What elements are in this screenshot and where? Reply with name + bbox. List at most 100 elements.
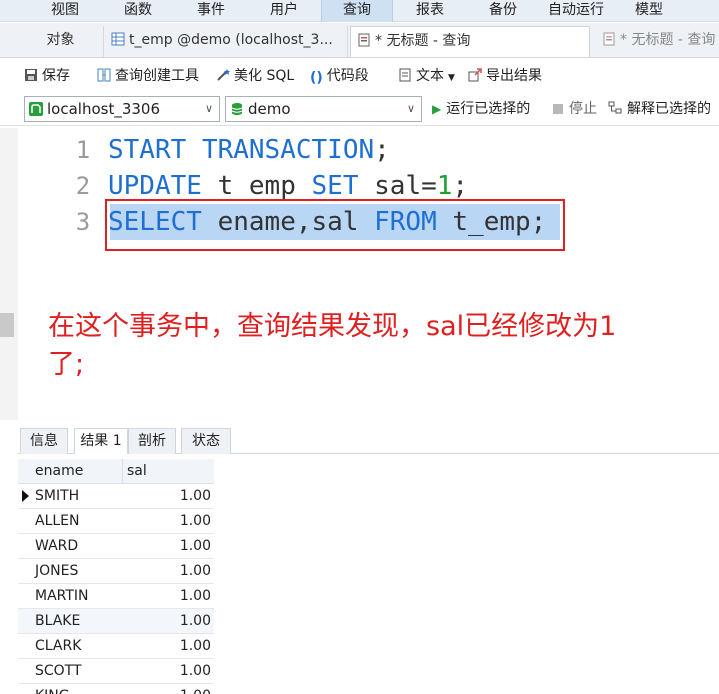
menu-item-backup[interactable]: 备份: [470, 0, 536, 22]
cell-sal[interactable]: 1.00: [123, 684, 211, 694]
connection-bar: localhost_3306 ∨ demo ∨ ▶ 运行已选择的 停止 解释已选择…: [0, 94, 719, 126]
menu-item-automation[interactable]: 自动运行: [540, 0, 612, 22]
export-result-label: 导出结果: [486, 68, 542, 84]
cell-ename[interactable]: ALLEN: [35, 509, 80, 534]
sql-editor[interactable]: 1 2 3 START TRANSACTION; UPDATE t_emp SE…: [18, 128, 719, 420]
line-number: 3: [75, 208, 91, 236]
beautify-sql-button[interactable]: 美化 SQL: [216, 67, 294, 87]
cell-ename[interactable]: MARTIN: [35, 584, 89, 609]
table-row[interactable]: ALLEN 1.00: [18, 509, 214, 534]
cell-ename[interactable]: JONES: [35, 559, 78, 584]
code-line-1: START TRANSACTION;: [108, 132, 390, 168]
table-row[interactable]: KING 1.00: [18, 684, 214, 694]
explain-selected-label: 解释已选择的: [627, 101, 711, 117]
beautify-sql-label: 美化 SQL: [234, 68, 295, 84]
export-result-button[interactable]: 导出结果: [468, 67, 542, 87]
line-number: 2: [75, 172, 91, 200]
query-builder-label: 查询创建工具: [115, 68, 199, 84]
table-row[interactable]: MARTIN 1.00: [18, 584, 214, 609]
left-gutter-marker: [0, 313, 14, 337]
sql-punct: ;: [452, 171, 469, 201]
tab-query-active[interactable]: * 无标题 - 查询: [350, 26, 590, 57]
cell-sal[interactable]: 1.00: [123, 634, 211, 659]
table-row[interactable]: BLAKE 1.00: [18, 609, 214, 634]
text-label: 文本: [416, 68, 444, 84]
database-value: demo: [248, 100, 291, 118]
tab-table-t-emp[interactable]: t_emp @demo (localhost_3...: [105, 26, 348, 57]
save-icon: [25, 69, 37, 81]
menu-item-model[interactable]: 模型: [616, 0, 682, 22]
menu-item-reports[interactable]: 报表: [397, 0, 463, 22]
menu-item-query[interactable]: 查询: [321, 0, 393, 22]
table-row[interactable]: JONES 1.00: [18, 559, 214, 584]
cell-sal[interactable]: 1.00: [123, 659, 211, 684]
tab-objects[interactable]: 对象: [18, 26, 104, 57]
tab-objects-label: 对象: [46, 32, 75, 48]
result-tabs: 信息 结果 1 剖析 状态: [18, 426, 719, 454]
explain-selected-button[interactable]: 解释已选择的: [608, 100, 711, 120]
connection-icon: [29, 102, 43, 116]
text-button[interactable]: 文本 ▼: [398, 67, 455, 87]
code-snippet-icon: (): [310, 70, 323, 86]
table-row[interactable]: SMITH 1.00: [18, 484, 214, 509]
tab-profile[interactable]: 剖析: [128, 428, 176, 454]
save-label: 保存: [42, 68, 70, 84]
code-snippet-button[interactable]: () 代码段: [310, 67, 369, 87]
annotation-line-2: 了;: [48, 349, 85, 380]
database-icon: [231, 103, 243, 115]
cell-sal[interactable]: 1.00: [123, 509, 211, 534]
grid-header: ename sal: [18, 459, 214, 484]
menu-item-functions[interactable]: 函数: [105, 0, 171, 22]
query-builder-button[interactable]: 查询创建工具: [97, 67, 199, 87]
menu-item-users[interactable]: 用户: [251, 0, 317, 22]
cell-sal[interactable]: 1.00: [123, 534, 211, 559]
cell-ename[interactable]: KING: [35, 684, 70, 694]
text-dropdown-icon[interactable]: ▼: [448, 73, 455, 83]
table-row[interactable]: SCOTT 1.00: [18, 659, 214, 684]
explain-icon: [608, 101, 622, 114]
sql-number: 1: [436, 171, 453, 201]
menu-item-events[interactable]: 事件: [178, 0, 244, 22]
cell-sal[interactable]: 1.00: [123, 484, 211, 509]
cell-sal[interactable]: 1.00: [123, 609, 211, 634]
cell-sal[interactable]: 1.00: [123, 559, 211, 584]
menu-item-view[interactable]: 视图: [32, 0, 98, 22]
tab-info[interactable]: 信息: [20, 428, 68, 454]
menu-bar: 视图 函数 事件 用户 查询 报表 备份 自动运行 模型: [0, 0, 719, 22]
connection-select[interactable]: localhost_3306 ∨: [24, 96, 220, 122]
sql-keyword: UPDATE: [108, 171, 202, 201]
stop-icon: [553, 104, 563, 114]
sql-identifier: sal=: [374, 171, 437, 201]
table-icon: [111, 32, 125, 46]
export-icon: [468, 68, 482, 82]
cell-ename[interactable]: WARD: [35, 534, 78, 559]
table-row[interactable]: WARD 1.00: [18, 534, 214, 559]
cell-ename[interactable]: BLAKE: [35, 609, 80, 634]
run-selected-label: 运行已选择的: [446, 101, 531, 117]
tab-status[interactable]: 状态: [181, 428, 231, 454]
tab-table-label: t_emp @demo (localhost_3...: [129, 32, 333, 48]
stop-button[interactable]: 停止: [553, 100, 597, 120]
tab-result-1[interactable]: 结果 1: [74, 428, 128, 454]
chevron-down-icon: ∨: [406, 102, 415, 115]
code-snippet-label: 代码段: [326, 68, 369, 84]
cell-ename[interactable]: SMITH: [35, 484, 79, 509]
tab-query-label: * 无标题 - 查询: [375, 33, 471, 49]
table-row[interactable]: CLARK 1.00: [18, 634, 214, 659]
database-select[interactable]: demo ∨: [225, 96, 422, 122]
cell-ename[interactable]: SCOTT: [35, 659, 82, 684]
column-header-sal[interactable]: sal: [123, 459, 214, 484]
result-grid: ename sal SMITH 1.00 ALLEN 1.00 WARD 1.00 JONE…: [18, 459, 214, 694]
cell-sal[interactable]: 1.00: [123, 584, 211, 609]
cell-ename[interactable]: CLARK: [35, 634, 81, 659]
save-button[interactable]: 保存: [24, 67, 70, 87]
tab-query-second[interactable]: * 无标题 - 查询: [598, 26, 719, 57]
sql-punct: ;: [374, 135, 390, 165]
query-icon: [358, 33, 370, 47]
annotation-text: 在这个事务中，查询结果发现，sal已经修改为1 了;: [48, 308, 698, 384]
toolbar: 保存 查询创建工具 美化 SQL () 代码段 文本 ▼ 导出结果: [0, 58, 719, 94]
tab-bar: 对象 t_emp @demo (localhost_3... * 无标题 - 查…: [0, 23, 719, 58]
run-selected-button[interactable]: ▶ 运行已选择的: [432, 100, 530, 120]
column-header-ename[interactable]: ename: [31, 459, 123, 484]
sql-keyword: TRANSACTION: [201, 135, 375, 165]
